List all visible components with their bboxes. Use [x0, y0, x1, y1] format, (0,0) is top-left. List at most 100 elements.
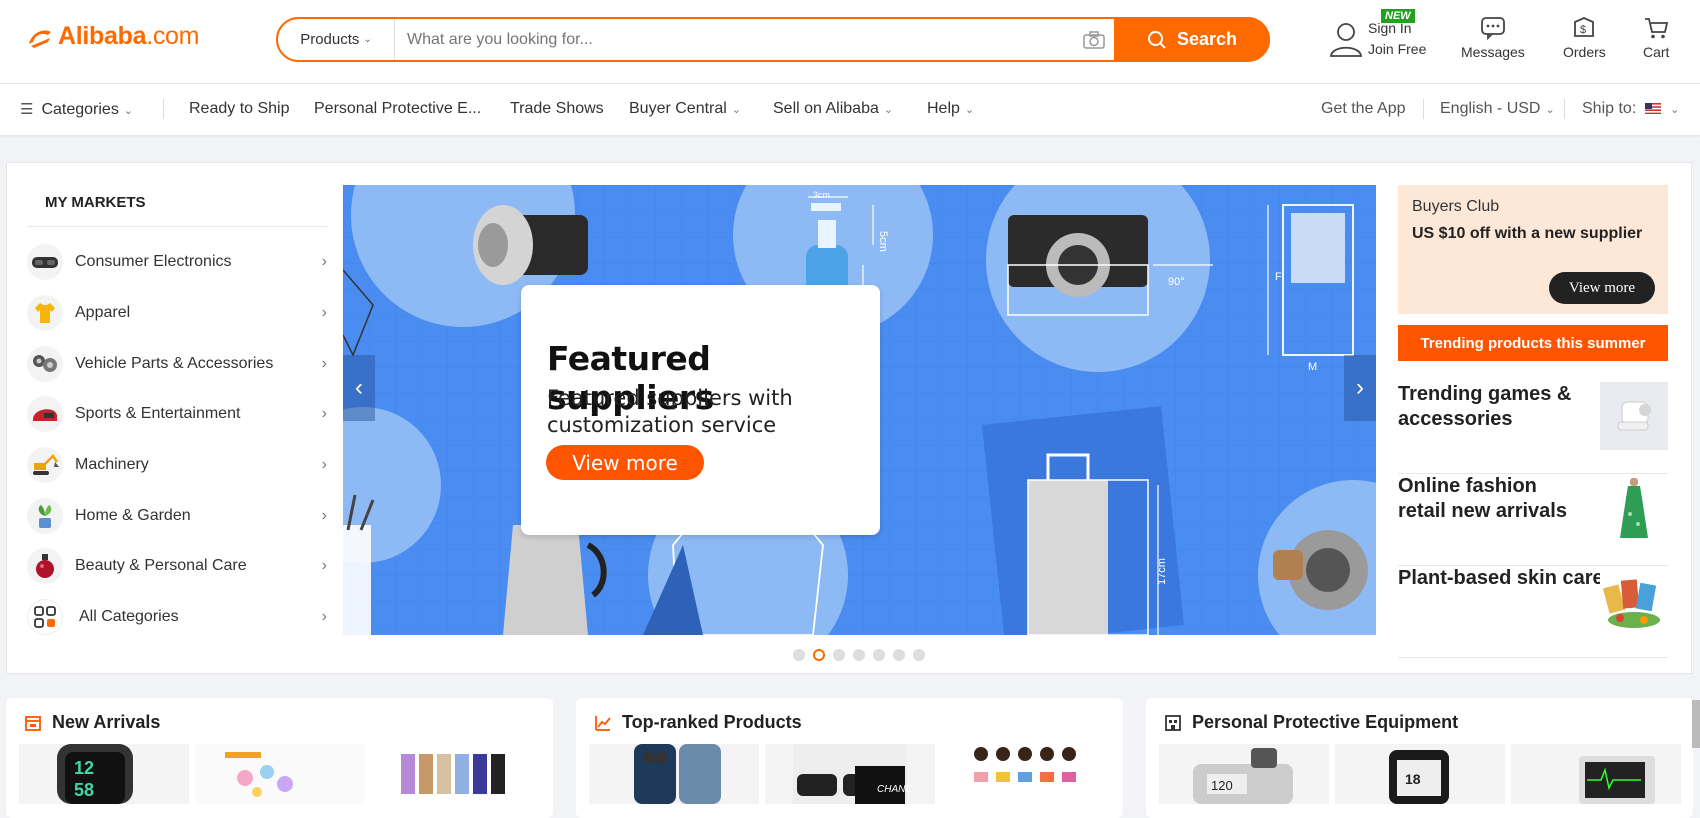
chevron-down-icon: ⌄	[731, 104, 742, 116]
device-reading: 120	[1211, 778, 1233, 793]
market-label: Sports & Entertainment	[75, 405, 241, 422]
chevron-down-icon: ⌄	[363, 34, 372, 45]
nav-buyer-central[interactable]: Buyer Central ⌄	[629, 100, 741, 118]
ppe-title: Personal Protective Equipment	[1164, 712, 1458, 733]
product-smartwatch[interactable]: 12 58	[19, 744, 189, 804]
search-button[interactable]: Search	[1114, 17, 1270, 62]
market-home-garden[interactable]: Home & Garden ›	[27, 494, 327, 538]
banner-prev-button[interactable]: ‹	[343, 355, 375, 421]
messages-label: Messages	[1461, 44, 1525, 60]
top-ranked-title: Top-ranked Products	[594, 712, 802, 733]
join-free-link[interactable]: Join Free	[1368, 39, 1426, 60]
nav-divider	[163, 99, 164, 119]
chevron-down-icon: ⌄	[964, 104, 975, 116]
pagination-dot[interactable]	[853, 649, 865, 661]
product-bp-monitor[interactable]: 120	[1159, 744, 1329, 804]
chevron-right-icon: ›	[321, 456, 327, 473]
chevron-down-icon: ⌄	[883, 104, 894, 116]
sign-in-area[interactable]: Sign In Join Free	[1328, 18, 1426, 60]
header: Alibaba.com Products ⌄ NEW Search Sign I…	[0, 0, 1700, 84]
club-offer: US $10 off with a new supplier	[1412, 225, 1643, 242]
get-the-app-link[interactable]: Get the App	[1321, 100, 1406, 118]
nav-ppe[interactable]: Personal Protective E...	[314, 100, 481, 118]
trend-item-games[interactable]: Trending games & accessories	[1398, 382, 1668, 474]
camera-search-icon[interactable]	[1074, 30, 1114, 49]
section-title: Top-ranked Products	[622, 712, 802, 732]
pagination-dot[interactable]	[793, 649, 805, 661]
ship-to-label: Ship to:	[1582, 100, 1637, 117]
section-title: New Arrivals	[52, 712, 161, 732]
ship-to-select[interactable]: Ship to: ⌄	[1582, 100, 1679, 118]
search-category-label: Products	[300, 31, 360, 48]
market-machinery[interactable]: Machinery ›	[27, 443, 327, 487]
banner-view-more-button[interactable]: View more	[546, 445, 704, 480]
product-sunglasses[interactable]: CHANE	[765, 744, 935, 804]
markets-title: MY MARKETS	[45, 194, 146, 211]
product-patient-monitor[interactable]	[1511, 744, 1681, 804]
pagination-dot[interactable]	[833, 649, 845, 661]
nav-categories[interactable]: ☰ Categories ⌄	[20, 100, 133, 119]
logo-text: Alibaba	[58, 22, 147, 50]
trend-item-skincare[interactable]: Plant-based skin care	[1398, 566, 1668, 658]
product-oximeter[interactable]: 18	[1335, 744, 1505, 804]
new-arrivals-icon	[25, 715, 41, 731]
sign-in-link[interactable]: Sign In	[1368, 18, 1426, 39]
pagination-dot[interactable]	[893, 649, 905, 661]
market-label: All Categories	[79, 608, 179, 625]
pagination-dot-active[interactable]	[813, 649, 825, 661]
club-view-more-button[interactable]: View more	[1549, 272, 1655, 304]
featured-suppliers-banner[interactable]: 3cm 5cm 22cm 90° 17cm F M Featured suppl…	[343, 185, 1376, 635]
excavator-icon	[27, 447, 63, 483]
banner-label-5cm: 5cm	[877, 231, 889, 252]
messages-button[interactable]: Messages	[1461, 16, 1525, 60]
banner-card: Featured suppliers Featured suppliers wi…	[521, 285, 880, 535]
logo-suffix: .com	[146, 22, 200, 50]
nav-trade-shows[interactable]: Trade Shows	[510, 100, 604, 118]
market-sports-entertainment[interactable]: Sports & Entertainment ›	[27, 392, 327, 436]
nav-help[interactable]: Help ⌄	[927, 100, 974, 118]
trend-item-fashion[interactable]: Online fashion retail new arrivals	[1398, 474, 1668, 566]
language-currency-select[interactable]: English - USD ⌄	[1440, 100, 1555, 118]
market-vehicle-parts[interactable]: Vehicle Parts & Accessories ›	[27, 342, 327, 386]
product-swimwear[interactable]	[941, 744, 1111, 804]
search-input[interactable]	[395, 19, 1074, 60]
market-beauty-personal-care[interactable]: Beauty & Personal Care ›	[27, 544, 327, 588]
product-stickers[interactable]	[195, 744, 365, 804]
nav-divider	[1423, 99, 1424, 119]
market-apparel[interactable]: Apparel ›	[27, 291, 327, 335]
ppe-card[interactable]: Personal Protective Equipment 120 18	[1146, 698, 1693, 818]
orders-button[interactable]: $ Orders	[1563, 16, 1606, 60]
buyers-club-card[interactable]: Buyers Club US $10 off with a new suppli…	[1398, 185, 1668, 314]
trend-up-icon	[595, 715, 611, 731]
top-ranked-card[interactable]: Top-ranked Products CHANE	[576, 698, 1123, 818]
cart-label: Cart	[1643, 44, 1670, 60]
messages-icon	[1481, 17, 1505, 40]
banner-label-17cm: 17cm	[1156, 558, 1168, 585]
cart-button[interactable]: Cart	[1643, 16, 1669, 60]
section-title: Personal Protective Equipment	[1192, 712, 1459, 732]
banner-label-90deg: 90°	[1168, 276, 1185, 288]
orders-icon: $	[1574, 17, 1595, 37]
nav-sell-on-alibaba[interactable]: Sell on Alibaba ⌄	[773, 100, 893, 118]
search-category-select[interactable]: Products ⌄	[278, 19, 395, 60]
nav-buyer-central-label: Buyer Central	[629, 100, 727, 117]
page-scrollbar[interactable]	[1692, 700, 1700, 748]
pagination-dot[interactable]	[913, 649, 925, 661]
trending-products-button[interactable]: Trending products this summer	[1398, 325, 1668, 361]
chevron-left-icon: ‹	[355, 374, 363, 401]
product-outfits[interactable]	[371, 744, 541, 804]
market-label: Vehicle Parts & Accessories	[75, 355, 274, 372]
chevron-right-icon: ›	[321, 304, 327, 321]
brand-label: CHANE	[877, 784, 912, 795]
product-phone[interactable]	[589, 744, 759, 804]
device-reading-2: 18	[1405, 771, 1421, 787]
banner-next-button[interactable]: ›	[1344, 355, 1376, 421]
alibaba-logo[interactable]: Alibaba .com	[26, 22, 199, 51]
grid-icon	[27, 599, 63, 635]
market-consumer-electronics[interactable]: Consumer Electronics ›	[27, 240, 327, 284]
market-all-categories[interactable]: All Categories ›	[27, 595, 327, 639]
new-arrivals-card[interactable]: New Arrivals 12 58	[6, 698, 553, 818]
nav-ready-to-ship[interactable]: Ready to Ship	[189, 100, 290, 118]
vr-headset-icon	[27, 244, 63, 280]
pagination-dot[interactable]	[873, 649, 885, 661]
